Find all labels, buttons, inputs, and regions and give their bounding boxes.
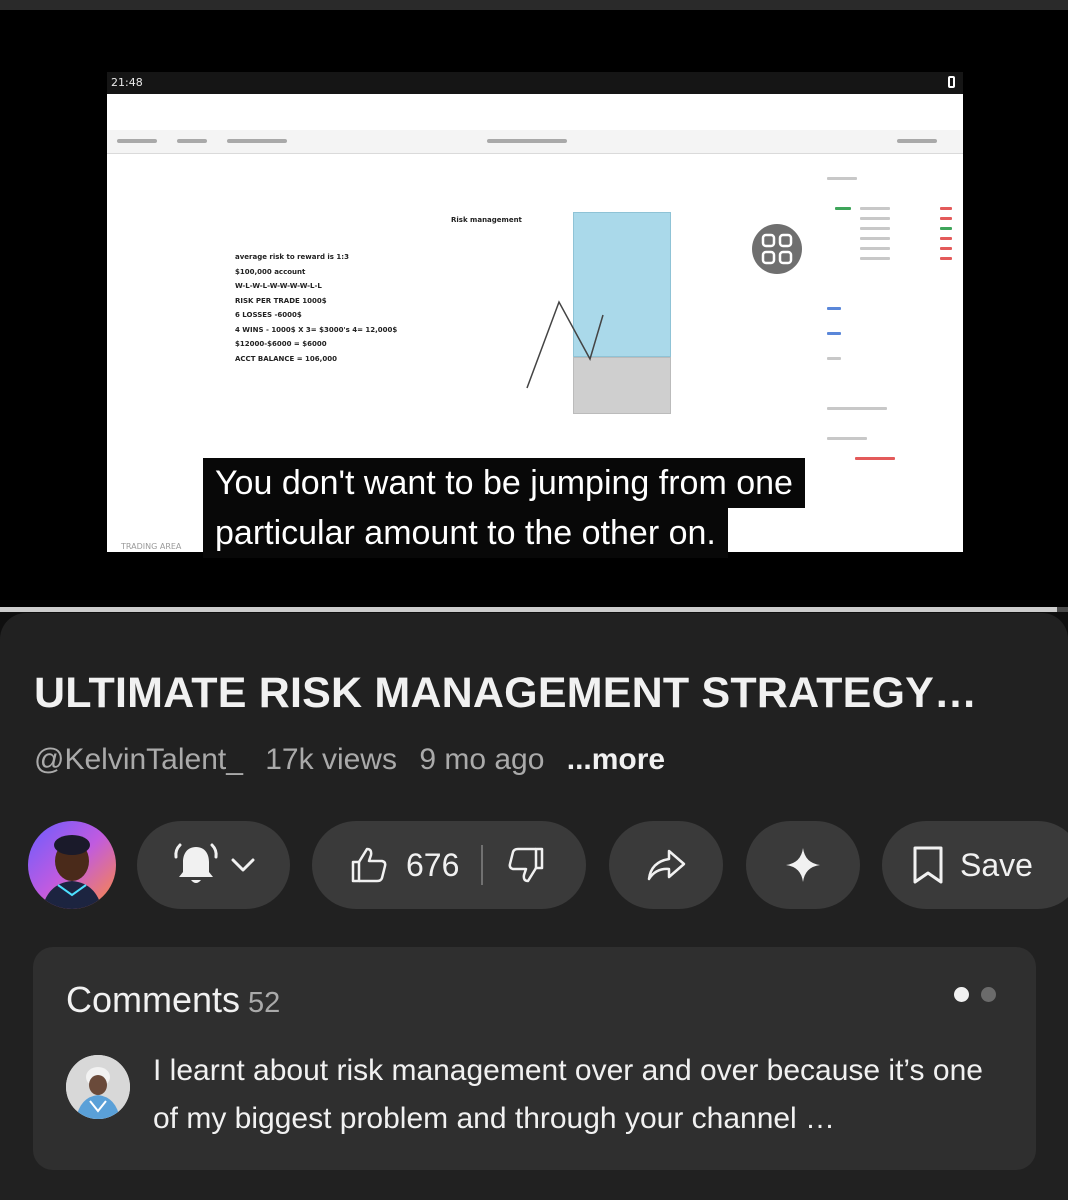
save-button[interactable]: Save [882, 821, 1068, 909]
like-dislike-group: 676 [312, 821, 586, 909]
grid-icon [761, 233, 793, 265]
like-count: 676 [406, 846, 460, 883]
comments-card[interactable]: Comments 52 I learnt about risk managemen… [33, 947, 1036, 1170]
thumbs-up-icon [351, 847, 387, 883]
ask-ai-button[interactable] [746, 821, 860, 909]
like-button[interactable]: 676 [348, 844, 459, 886]
like-divider [481, 845, 484, 885]
video-meta: @KelvinTalent_ 17k views 9 mo ago ...mor… [34, 743, 679, 777]
top-status-strip [0, 0, 1068, 10]
subscription-bell-button[interactable] [137, 821, 290, 909]
commenter-avatar-image [66, 1055, 130, 1119]
caption-line: particular amount to the other on. [203, 508, 728, 558]
bell-icon [173, 843, 218, 883]
thumbs-down-icon [508, 847, 544, 883]
channel-avatar[interactable] [28, 821, 116, 909]
sparkle-icon [786, 848, 820, 882]
save-label: Save [960, 846, 1033, 883]
video-progress-fill [0, 607, 1058, 612]
video-progress-bar[interactable] [0, 607, 1068, 612]
pager-dot-active [954, 987, 969, 1002]
video-player[interactable]: 21:48 Risk management average risk to re… [0, 10, 1068, 608]
comments-pager [954, 987, 996, 1002]
commenter-avatar [66, 1055, 130, 1119]
comments-title: Comments [66, 979, 241, 1020]
bookmark-icon [913, 846, 943, 884]
share-button[interactable] [609, 821, 723, 909]
chevron-down-icon [231, 858, 254, 872]
upload-age: 9 mo ago [419, 743, 545, 776]
top-comment-text: I learnt about risk management over and … [153, 1054, 983, 1135]
caption-line: You don't want to be jumping from one [203, 458, 805, 508]
channel-avatar-image [28, 821, 116, 909]
watermark-label: TRADING AREA [121, 542, 182, 551]
channel-handle[interactable]: @KelvinTalent_ [34, 743, 243, 776]
more-link[interactable]: ...more [567, 743, 665, 776]
fullscreen-grid-button[interactable] [752, 224, 802, 274]
share-icon [647, 849, 686, 881]
video-title[interactable]: ULTIMATE RISK MANAGEMENT STRATEGY… [34, 669, 977, 718]
pager-dot [981, 987, 996, 1002]
dislike-button[interactable] [505, 844, 547, 886]
view-count: 17k views [265, 743, 397, 776]
comments-count: 52 [248, 987, 281, 1019]
comments-heading: Comments 52 [66, 979, 280, 1021]
video-details-panel: ULTIMATE RISK MANAGEMENT STRATEGY… @Kelv… [0, 613, 1068, 1200]
